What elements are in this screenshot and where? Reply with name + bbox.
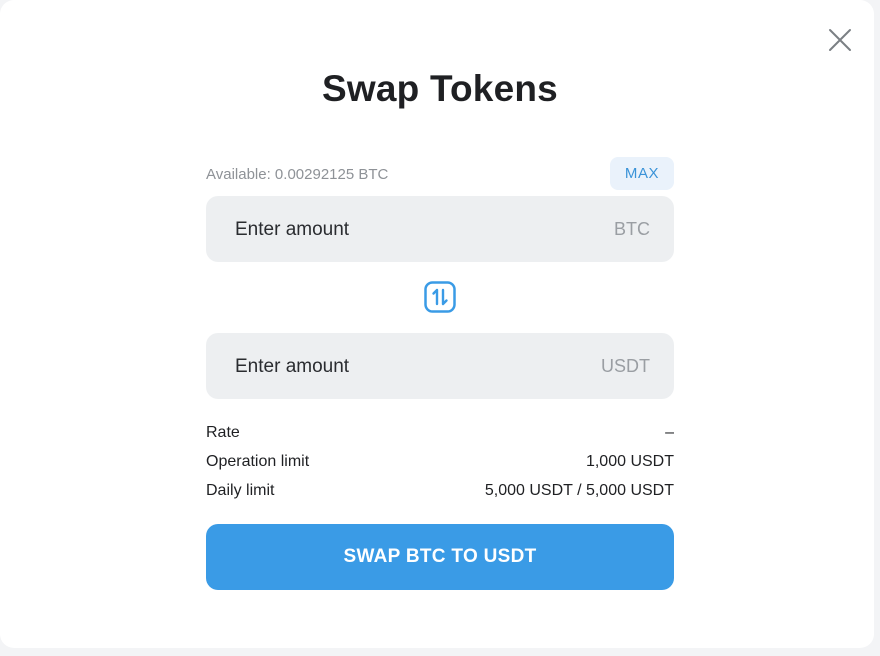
daily-limit-label: Daily limit: [206, 482, 275, 499]
from-amount-field[interactable]: BTC: [206, 196, 674, 264]
available-balance: Available: 0.00292125 BTC: [206, 166, 389, 183]
rate-value: –: [665, 424, 674, 441]
to-amount-field[interactable]: USDT: [206, 333, 674, 401]
to-amount-input[interactable]: [233, 333, 577, 401]
swap-direction-button[interactable]: [424, 281, 456, 313]
operation-limit-row: Operation limit 1,000 USDT: [206, 451, 674, 473]
modal-title: Swap Tokens: [322, 68, 558, 109]
from-currency-label: BTC: [614, 219, 650, 239]
swap-direction-icon[interactable]: [424, 281, 456, 313]
close-icon[interactable]: [826, 26, 854, 54]
rate-label: Rate: [206, 424, 240, 441]
operation-limit-value: 1,000 USDT: [585, 453, 674, 470]
daily-limit-row: Daily limit 5,000 USDT / 5,000 USDT: [206, 480, 674, 502]
from-amount-input[interactable]: [233, 196, 577, 264]
available-row: Available: 0.00292125 BTC MAX: [206, 157, 674, 191]
rate-row: Rate –: [206, 422, 674, 444]
swap-submit-button[interactable]: SWAP BTC TO USDT: [206, 524, 674, 590]
close-button[interactable]: [826, 26, 854, 54]
daily-limit-value: 5,000 USDT / 5,000 USDT: [484, 482, 674, 499]
max-button[interactable]: MAX: [610, 157, 674, 190]
swap-modal: Swap Tokens Available: 0.00292125 BTC MA…: [0, 0, 874, 648]
operation-limit-label: Operation limit: [206, 453, 310, 470]
to-currency-label: USDT: [601, 356, 650, 376]
